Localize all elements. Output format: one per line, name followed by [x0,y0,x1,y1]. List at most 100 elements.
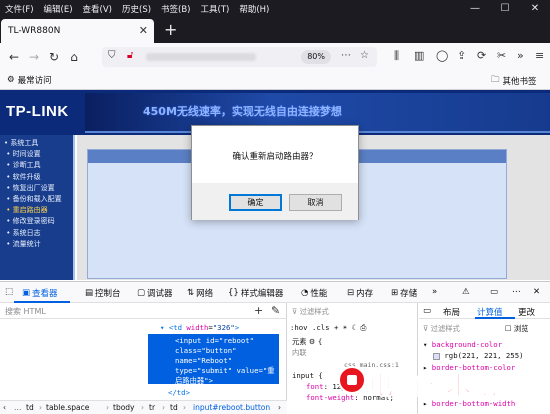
watermark-text: 电脑技术吧 [367,371,499,401]
url-bar[interactable]: ⛉ 🔓︎ 80% ⋯ ☆ [102,47,377,67]
minimize-button[interactable]: — [460,0,490,17]
maximize-button[interactable]: ☐ [490,0,520,17]
class-toggle[interactable]: .cls [312,323,330,332]
screenshot-icon[interactable]: ✂ [497,49,506,62]
breadcrumb-back-icon[interactable]: ‹ [3,403,6,412]
close-window-button[interactable]: ✕ [520,0,550,17]
hamburger-menu-icon[interactable]: ≡ [535,49,544,62]
selected-node-line-1[interactable]: <input id="reboot" [175,336,254,345]
account-icon[interactable]: ◯ [436,49,448,62]
markup-view[interactable]: ▾ <td width="326"> <input id="reboot" cl… [0,320,287,400]
dark-mode-icon[interactable]: ☾ [352,323,356,332]
selected-node-line-2[interactable]: class="button" [175,346,237,355]
tab-storage[interactable]: ⊞ 存储 [391,287,417,299]
back-icon[interactable]: ← [4,50,24,64]
sidebar-item-backup[interactable]: • 备份和载入配置 [4,194,61,205]
html-search-input[interactable]: 搜索 HTML [5,306,46,317]
color-swatch[interactable] [433,352,440,360]
zoom-indicator[interactable]: 80% [301,50,331,64]
sync-icon[interactable]: ⟳ [477,49,486,62]
reload-icon[interactable]: ↻ [44,50,64,64]
menu-view[interactable]: 查看(V) [78,3,117,15]
print-icon[interactable]: ⎙ [360,323,366,332]
menu-bookmarks[interactable]: 书签(B) [156,3,195,15]
add-node-icon[interactable]: + [254,304,263,317]
menu-tools[interactable]: 工具(T) [196,3,235,15]
menu-file[interactable]: 文件(F) [0,3,39,15]
tab-network[interactable]: ⇅ 网络 [187,287,213,299]
bookmark-other[interactable]: 🗀 其他书签 [491,74,537,88]
rule-selector[interactable]: input { [292,371,323,380]
error-badge-icon[interactable]: ⚠ [462,287,470,297]
extension-icon[interactable]: ⇪ [457,49,466,62]
devtools-close-icon[interactable]: ✕ [533,287,540,297]
breadcrumb-item-td-2[interactable]: td [170,403,178,412]
add-rule-icon[interactable]: + [334,323,338,332]
computed-prop-bg[interactable]: ▾ background-color [423,340,502,349]
page-actions-icon[interactable]: ⋯ [341,50,351,61]
sidebar-item-password[interactable]: • 修改登录密码 [4,216,62,227]
html-search[interactable]: 搜索 HTML + ✎ [0,303,287,319]
sidebar-icon[interactable]: ▥ [414,49,424,62]
tab-layout[interactable]: 布局 [443,306,460,318]
element-picker-icon[interactable]: ⬚ [5,287,13,297]
hover-toggle[interactable]: :hov [290,323,308,332]
tab-style-editor[interactable]: {} 样式编辑器 [228,287,283,299]
tab-strip: TL-WR880N ✕ + [0,17,550,43]
sidebar-item-time[interactable]: • 时间设置 [4,149,62,160]
breadcrumb-forward-icon[interactable]: › [278,403,281,412]
sidebar-item-factory-reset[interactable]: • 恢复出厂设置 [4,183,62,194]
devtools-menu-icon[interactable]: ⋯ [512,287,521,297]
light-mode-icon[interactable]: ☀ [343,323,347,332]
breadcrumb-item-input[interactable]: input#reboot.button [193,403,270,412]
markup-line-td[interactable]: ▾ <td width="326"> [160,323,239,332]
tab-tl-wr880n[interactable]: TL-WR880N ✕ [1,19,154,43]
tab-inspector[interactable]: ▣ 查看器 [22,287,58,299]
more-tabs-icon[interactable]: » [432,287,437,297]
breadcrumb-item-tbody[interactable]: tbody [113,403,135,412]
gear-icon[interactable]: ⚙ [309,337,316,346]
new-tab-button[interactable]: + [164,20,177,40]
element-rule[interactable]: 元素 ⚙ { [292,337,322,347]
sidebar-item-reboot[interactable]: • 重启路由器 [4,205,62,216]
sidebar-item-syslog[interactable]: • 系统日志 [4,228,62,239]
library-icon[interactable]: ⫼ [394,49,399,63]
rules-filter-input[interactable]: ⊽ 过滤样式 [292,307,329,317]
sidebar-item-diagnostics[interactable]: • 诊断工具 [4,160,62,171]
breadcrumb-item-td[interactable]: td [26,403,34,412]
sidebar-item-upgrade[interactable]: • 软件升级 [4,172,62,183]
tab-console[interactable]: ▤ 控制台 [85,287,121,299]
tplink-logo: TP-LINK [6,103,69,120]
cancel-button[interactable]: 取消 [289,194,342,211]
bookmark-star-icon[interactable]: ☆ [360,50,369,61]
menu-edit[interactable]: 编辑(E) [39,3,78,15]
overflow-icon[interactable]: » [517,49,524,62]
breadcrumb-item-tr[interactable]: tr [149,403,155,412]
tab-changes[interactable]: 更改 [518,306,535,318]
home-icon[interactable]: ⌂ [64,50,84,64]
selected-node-line-3[interactable]: name="Reboot" [175,356,232,365]
tab-close-icon[interactable]: ✕ [139,24,148,37]
computed-filter-input[interactable]: ⊽ 过滤样式 [423,324,460,334]
tab-performance[interactable]: ◔ 性能 [301,287,327,299]
pick-color-icon[interactable]: ✎ [271,304,280,317]
browser-styles-checkbox[interactable]: ☐ 浏览 [505,324,528,334]
markup-line-close-td[interactable]: </td> [168,388,190,397]
dock-icon[interactable]: ▭ [490,287,498,297]
bookmark-frequent[interactable]: ⚙ 最常访问 [7,74,52,86]
devtools-toolbar: ⬚ ▣ 查看器 ▤ 控制台 ▢ 调试器 ⇅ 网络 {} 样式编辑器 ◔ 性能 ⊟ 内存 ⊞ 存储… [0,281,550,303]
tab-memory[interactable]: ⊟ 内存 [347,287,373,299]
ok-button[interactable]: 确定 [229,194,282,211]
menu-history[interactable]: 历史(S) [117,3,156,15]
sidebar-item-traffic[interactable]: • 流量统计 [4,239,62,250]
menu-help[interactable]: 帮助(H) [234,3,274,15]
selected-node-line-4[interactable]: type="submit" value="重 [175,366,275,376]
sidebar-item-system-tools[interactable]: • 系统工具 [4,138,62,149]
insecure-lock-icon[interactable]: 🔓︎ [127,50,133,61]
forward-icon[interactable]: → [24,50,44,64]
shield-icon[interactable]: ⛉ [108,50,116,61]
tab-debugger[interactable]: ▢ 调试器 [137,287,173,299]
selected-node-line-5[interactable]: 启路由器"> [175,376,213,386]
layout-icon[interactable]: ▭ [423,306,431,316]
breadcrumb-item-table[interactable]: table.space [46,403,89,412]
